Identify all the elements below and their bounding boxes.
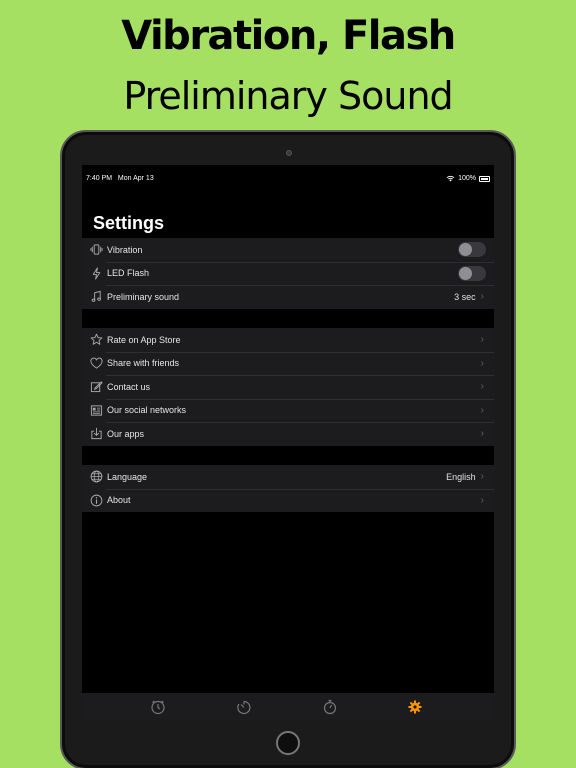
tab-bar <box>82 693 494 721</box>
settings-group-social: Rate on App Store › Share with friends ›… <box>82 328 494 446</box>
row-contact[interactable]: Contact us › <box>82 375 494 399</box>
row-value: 3 sec <box>454 291 476 302</box>
status-bar: 7:40 PM Mon Apr 13 100% <box>82 173 494 185</box>
row-label: Language <box>107 471 148 482</box>
globe-icon <box>87 470 105 483</box>
row-label: Rate on App Store <box>107 334 181 345</box>
screen: 7:40 PM Mon Apr 13 100% Settings Vibrati… <box>82 165 494 721</box>
row-about[interactable]: About › <box>82 488 494 513</box>
news-icon <box>87 404 105 417</box>
chevron-right-icon: › <box>480 357 484 369</box>
star-icon <box>87 333 105 346</box>
row-label: About <box>107 495 131 506</box>
row-label: LED Flash <box>107 268 150 279</box>
time-text: 7:40 PM <box>86 175 113 182</box>
chevron-right-icon: › <box>480 334 484 346</box>
toggle-knob <box>459 266 472 280</box>
row-led-flash: LED Flash <box>82 261 494 286</box>
heart-icon <box>87 357 105 370</box>
vibration-toggle[interactable] <box>458 242 486 258</box>
row-label: Vibration <box>107 244 143 255</box>
chevron-right-icon: › <box>480 428 484 440</box>
download-icon <box>87 427 105 440</box>
gear-icon <box>408 700 422 714</box>
row-our-apps[interactable]: Our apps › <box>82 422 494 446</box>
home-button[interactable] <box>276 731 300 755</box>
promo-title: Vibration, Flash <box>121 13 456 59</box>
led-flash-toggle[interactable] <box>458 265 486 281</box>
row-language[interactable]: Language English › <box>82 465 494 489</box>
row-label: Preliminary sound <box>107 291 180 302</box>
timer-icon <box>237 700 251 715</box>
compose-icon <box>87 380 105 393</box>
tab-stopwatch[interactable] <box>322 699 338 715</box>
chevron-right-icon: › <box>480 404 484 416</box>
row-label: Our social networks <box>107 405 187 416</box>
row-social-networks[interactable]: Our social networks › <box>82 398 494 423</box>
row-preliminary-sound[interactable]: Preliminary sound 3 sec › <box>82 285 494 309</box>
settings-group-alerts: Vibration LED Flash Preliminary sound 3 … <box>82 238 494 309</box>
music-note-icon <box>87 290 105 303</box>
status-right: 100% <box>446 175 490 182</box>
clock-icon <box>151 700 165 715</box>
row-label: Our apps <box>107 428 145 439</box>
flash-icon <box>87 267 105 280</box>
vibration-icon <box>87 243 105 256</box>
row-label: Share with friends <box>107 358 180 369</box>
battery-icon <box>479 175 490 182</box>
camera <box>286 150 292 156</box>
row-rate[interactable]: Rate on App Store › <box>82 328 494 352</box>
row-vibration: Vibration <box>82 238 494 262</box>
wifi-icon <box>446 175 455 182</box>
chevron-right-icon: › <box>480 494 484 506</box>
row-value: English <box>446 471 476 482</box>
stopwatch-icon <box>323 699 337 715</box>
row-label: Contact us <box>107 381 151 392</box>
tab-settings[interactable] <box>407 699 423 715</box>
chevron-right-icon: › <box>480 471 484 483</box>
tab-timer[interactable] <box>236 699 252 715</box>
row-share[interactable]: Share with friends › <box>82 351 494 376</box>
toggle-knob <box>459 243 472 257</box>
chevron-right-icon: › <box>480 381 484 393</box>
settings-group-general: Language English › About › <box>82 465 494 512</box>
tab-clock[interactable] <box>150 699 166 715</box>
promo-subtitle: Preliminary Sound <box>123 74 453 118</box>
battery-percent: 100% <box>458 175 476 182</box>
chevron-right-icon: › <box>480 291 484 303</box>
status-time: 7:40 PM Mon Apr 13 <box>86 175 154 182</box>
page-title: Settings <box>93 213 165 233</box>
date-text: Mon Apr 13 <box>117 175 154 182</box>
info-icon <box>87 494 105 507</box>
